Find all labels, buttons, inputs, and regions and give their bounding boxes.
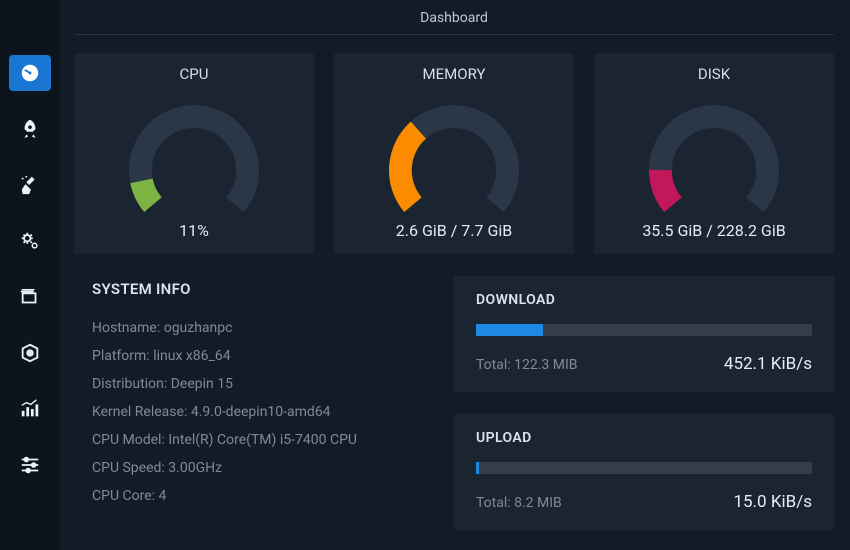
gauge-row: CPU 11% MEMORY 2.6 GiB / 7.7 GiB DISK 35… xyxy=(74,53,834,254)
network-column: DOWNLOAD Total: 122.3 MIB 452.1 KiB/s UP… xyxy=(454,276,834,530)
layers-icon xyxy=(19,286,41,308)
upload-rate: 15.0 KiB/s xyxy=(733,492,812,512)
sidebar-item-dashboard[interactable] xyxy=(9,55,51,91)
gauge-icon xyxy=(19,62,41,84)
sidebar xyxy=(0,0,60,550)
cpu-gauge xyxy=(109,89,279,219)
sidebar-item-cleaner[interactable] xyxy=(9,167,51,203)
sysinfo-cpucore: CPU Core: 4 xyxy=(92,482,434,510)
download-total: Total: 122.3 MIB xyxy=(476,357,578,373)
disk-card: DISK 35.5 GiB / 228.2 GiB xyxy=(594,53,834,254)
rocket-icon xyxy=(19,118,41,140)
sysinfo-platform: Platform: linux x86_64 xyxy=(92,342,434,370)
memory-value: 2.6 GiB / 7.7 GiB xyxy=(396,221,512,240)
memory-card: MEMORY 2.6 GiB / 7.7 GiB xyxy=(334,53,574,254)
download-rate: 452.1 KiB/s xyxy=(724,354,812,374)
lower-row: SYSTEM INFO Hostname: oguzhanpc Platform… xyxy=(74,276,834,530)
sysinfo-hostname: Hostname: oguzhanpc xyxy=(92,314,434,342)
disk-gauge xyxy=(629,89,799,219)
broom-icon xyxy=(19,174,41,196)
sysinfo-cpuspeed: CPU Speed: 3.00GHz xyxy=(92,454,434,482)
memory-card-title: MEMORY xyxy=(423,65,486,83)
cpu-card: CPU 11% xyxy=(74,53,314,254)
upload-bar xyxy=(476,462,812,474)
page-title: Dashboard xyxy=(74,0,834,35)
disk-icon xyxy=(19,342,41,364)
gears-icon xyxy=(19,230,41,252)
disk-card-title: DISK xyxy=(698,65,730,83)
download-bar-fill xyxy=(476,324,543,336)
sidebar-item-services[interactable] xyxy=(9,223,51,259)
main-panel: Dashboard CPU 11% MEMORY 2.6 GiB / 7.7 G… xyxy=(60,0,850,550)
sidebar-item-stats[interactable] xyxy=(9,391,51,427)
cpu-card-title: CPU xyxy=(180,65,209,83)
download-title: DOWNLOAD xyxy=(476,292,812,308)
upload-bar-fill xyxy=(476,462,479,474)
upload-card: UPLOAD Total: 8.2 MIB 15.0 KiB/s xyxy=(454,414,834,530)
memory-gauge xyxy=(369,89,539,219)
system-info: SYSTEM INFO Hostname: oguzhanpc Platform… xyxy=(74,276,434,530)
sysinfo-cpumodel: CPU Model: Intel(R) Core(TM) i5-7400 CPU xyxy=(92,426,434,454)
sliders-icon xyxy=(19,454,41,476)
download-card: DOWNLOAD Total: 122.3 MIB 452.1 KiB/s xyxy=(454,276,834,392)
sidebar-item-processes[interactable] xyxy=(9,111,51,147)
cpu-value: 11% xyxy=(179,221,209,240)
system-info-heading: SYSTEM INFO xyxy=(92,280,434,298)
sidebar-item-packages[interactable] xyxy=(9,335,51,371)
disk-value: 35.5 GiB / 228.2 GiB xyxy=(642,221,785,240)
sysinfo-distro: Distribution: Deepin 15 xyxy=(92,370,434,398)
sysinfo-kernel: Kernel Release: 4.9.0-deepin10-amd64 xyxy=(92,398,434,426)
upload-total: Total: 8.2 MIB xyxy=(476,495,562,511)
download-bar xyxy=(476,324,812,336)
upload-title: UPLOAD xyxy=(476,430,812,446)
sidebar-item-startup[interactable] xyxy=(9,279,51,315)
sidebar-item-settings[interactable] xyxy=(9,447,51,483)
bar-chart-icon xyxy=(19,398,41,420)
